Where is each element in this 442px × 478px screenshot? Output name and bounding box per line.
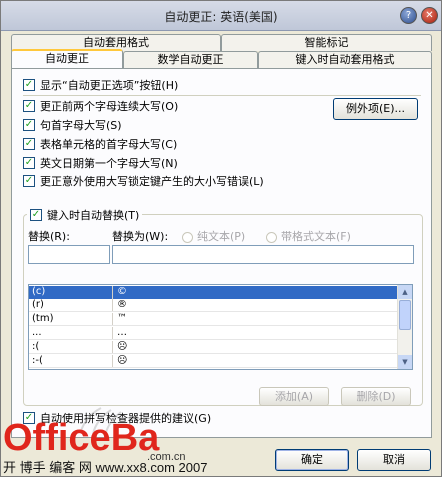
watermark-line: 开 博手 编客 网 www.xx8.com 2007 xyxy=(3,460,207,475)
title-bar: 自动更正: 英语(美国) ? ✕ xyxy=(1,1,441,31)
tab-smart-tags[interactable]: 智能标记 xyxy=(221,34,432,51)
plain-text-option[interactable]: 纯文本(P) xyxy=(182,228,245,244)
plain-text-label: 纯文本(P) xyxy=(197,230,246,243)
option-label: 句首字母大写(S) xyxy=(40,119,122,132)
checkbox[interactable]: ✓ xyxy=(23,175,35,187)
with-input[interactable] xyxy=(112,245,414,264)
exceptions-button[interactable]: 例外项(E)... xyxy=(333,98,418,120)
option-label: 更正意外使用大写锁定键产生的大小写错误(L) xyxy=(40,175,264,188)
option-label: 英文日期第一个字母大写(N) xyxy=(40,157,178,170)
scroll-up-icon[interactable]: ▲ xyxy=(398,285,412,299)
tab-autoformat-as-you-type[interactable]: 键入时自动套用格式 xyxy=(258,51,432,68)
help-icon[interactable]: ? xyxy=(400,7,417,24)
replace-as-you-type-label: 键入时自动替换(T) xyxy=(47,209,140,222)
replace-as-you-type-row[interactable]: ✓ 键入时自动替换(T) xyxy=(27,207,143,223)
list-to: © xyxy=(117,286,127,297)
list-scrollbar[interactable]: ▲ ▼ xyxy=(397,285,412,369)
tab-autocorrect[interactable]: 自动更正 xyxy=(11,49,123,68)
radio-icon[interactable] xyxy=(266,231,277,243)
scroll-down-icon[interactable]: ▼ xyxy=(398,355,412,369)
option-two-initial-caps[interactable]: ✓ 更正前两个字母连续大写(O) xyxy=(23,98,178,114)
replacement-list[interactable]: (c) © (r) ® (tm) ™ ...… :(☹ :-(☹ ▲ ▼ xyxy=(28,284,413,370)
scroll-thumb[interactable] xyxy=(399,300,411,330)
list-item[interactable]: ...… xyxy=(29,327,399,340)
divider xyxy=(23,95,421,96)
replace-label: 替换(R): xyxy=(28,230,70,243)
option-label: 更正前两个字母连续大写(O) xyxy=(40,100,179,113)
ok-button[interactable]: 确定 xyxy=(275,449,349,471)
list-item[interactable]: (tm) ™ xyxy=(29,313,399,326)
option-capitalize-table-cells[interactable]: ✓ 表格单元格的首字母大写(C) xyxy=(23,136,177,152)
option-caps-lock-fix[interactable]: ✓ 更正意外使用大写锁定键产生的大小写错误(L) xyxy=(23,173,264,189)
checkbox[interactable]: ✓ xyxy=(23,100,35,112)
list-item[interactable]: (c) © xyxy=(29,286,399,299)
cancel-button[interactable]: 取消 xyxy=(357,449,431,471)
watermark-brand: OfficeBa xyxy=(3,417,160,459)
add-button[interactable]: 添加(A) xyxy=(259,387,329,406)
checkbox[interactable]: ✓ xyxy=(23,157,35,169)
tab-math-autocorrect[interactable]: 数学自动更正 xyxy=(123,51,258,68)
officeba-watermark-logo: OfficeBa .com.cn 开 博手 编客 网 www.xx8.com 2… xyxy=(3,407,207,475)
list-item[interactable]: (r) ® xyxy=(29,299,399,312)
list-from: (c) xyxy=(29,286,113,299)
option-label: 表格单元格的首字母大写(C) xyxy=(40,138,178,151)
list-item[interactable]: :-(☹ xyxy=(29,355,399,368)
window-title: 自动更正: 英语(美国) xyxy=(164,10,278,24)
formatted-text-label: 带格式文本(F) xyxy=(281,230,351,243)
option-capitalize-sentences[interactable]: ✓ 句首字母大写(S) xyxy=(23,117,122,133)
with-label: 替换为(W): xyxy=(112,230,169,243)
list-item[interactable]: :(☹ xyxy=(29,341,399,354)
replace-as-you-type-checkbox[interactable]: ✓ xyxy=(30,209,42,221)
formatted-text-option[interactable]: 带格式文本(F) xyxy=(266,228,351,244)
show-options-buttons-checkbox[interactable]: ✓ xyxy=(23,79,35,91)
close-icon[interactable]: ✕ xyxy=(421,7,438,24)
checkbox[interactable]: ✓ xyxy=(23,138,35,150)
autocorrect-dialog: 自动更正: 英语(美国) ? ✕ 自动套用格式 智能标记 自动更正 数学自动更正… xyxy=(0,0,442,477)
checkbox[interactable]: ✓ xyxy=(23,119,35,131)
show-options-buttons-row[interactable]: ✓ 显示“自动更正选项”按钮(H) xyxy=(23,77,178,93)
radio-icon[interactable] xyxy=(182,231,193,243)
replace-input[interactable] xyxy=(28,245,110,264)
option-capitalize-days[interactable]: ✓ 英文日期第一个字母大写(N) xyxy=(23,155,178,171)
show-options-buttons-label: 显示“自动更正选项”按钮(H) xyxy=(40,79,179,92)
delete-button[interactable]: 删除(D) xyxy=(341,387,411,406)
